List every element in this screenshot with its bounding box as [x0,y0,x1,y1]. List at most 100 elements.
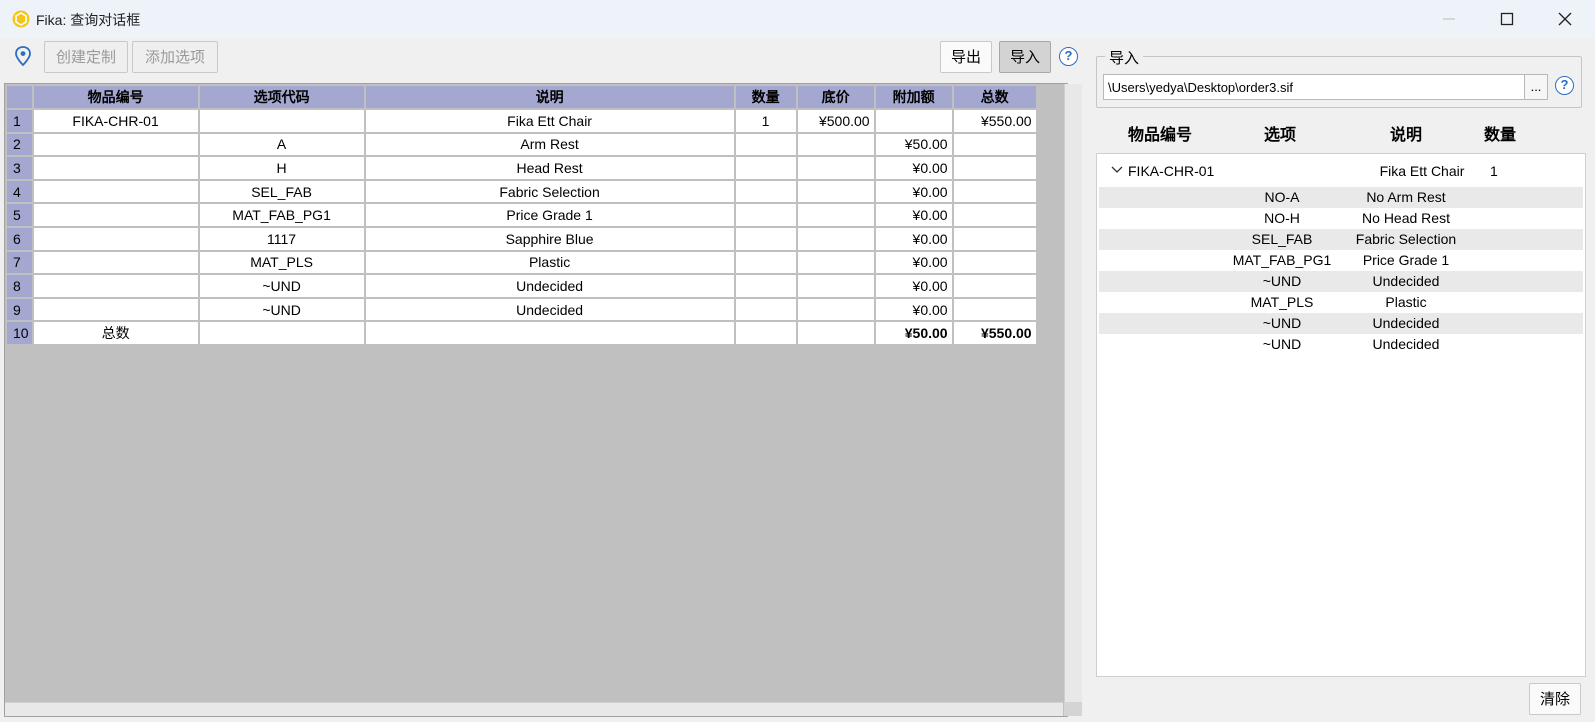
table-row[interactable]: 8 ~UND Undecided ¥0.00 [5,273,1038,299]
cell-option-code[interactable]: A [197,131,366,158]
grid-corner-header[interactable] [5,84,34,110]
cell-description[interactable]: Head Rest [363,155,736,181]
cell-description[interactable]: Fabric Selection [363,178,736,205]
cell-option-code[interactable]: ~UND [197,273,366,299]
export-button[interactable]: 导出 [940,41,992,73]
cell-option-code[interactable]: H [197,155,366,181]
cell-quantity[interactable] [733,225,798,252]
cell-quantity[interactable] [733,202,798,228]
row-number[interactable]: 10 [5,320,34,346]
cell-item-no[interactable] [31,225,200,252]
cell-surcharge[interactable]: ¥0.00 [873,273,954,299]
cell-base-price[interactable]: ¥500.00 [795,108,876,134]
col-header-total[interactable]: 总数 [951,84,1038,110]
cell-option-code[interactable]: ~UND [197,296,366,323]
cell-total[interactable] [951,178,1038,205]
cell-base-price[interactable] [795,320,876,346]
tree-item-parent[interactable]: FIKA-CHR-01 Fika Ett Chair 1 [1097,158,1585,184]
table-row[interactable]: 5 MAT_FAB_PG1 Price Grade 1 ¥0.00 [5,202,1038,228]
cell-surcharge[interactable] [873,108,954,134]
cell-grand-total[interactable]: ¥550.00 [951,320,1038,346]
cell-total[interactable] [951,249,1038,276]
vertical-scrollbar[interactable] [1064,84,1082,716]
cell-surcharge[interactable]: ¥0.00 [873,249,954,276]
cell-total[interactable] [951,225,1038,252]
cell-total[interactable] [951,155,1038,181]
cell-description[interactable]: Undecided [363,296,736,323]
cell-quantity[interactable] [733,178,798,205]
row-number[interactable]: 9 [5,296,34,323]
cell-description[interactable]: Plastic [363,249,736,276]
row-number[interactable]: 6 [5,225,34,252]
cell-total[interactable] [951,273,1038,299]
table-row[interactable]: 7 MAT_PLS Plastic ¥0.00 [5,249,1038,276]
location-pin-icon[interactable] [14,46,32,66]
help-icon[interactable]: ? [1059,47,1078,66]
cell-item-no[interactable] [31,273,200,299]
cell-surcharge[interactable]: ¥0.00 [873,225,954,252]
cell-option-code[interactable]: 1117 [197,225,366,252]
col-header-option-code[interactable]: 选项代码 [197,84,366,110]
cell-base-price[interactable] [795,296,876,323]
add-option-button[interactable]: 添加选项 [132,41,218,73]
cell-description[interactable]: Sapphire Blue [363,225,736,252]
browse-button[interactable]: ... [1524,74,1548,100]
tree-child-item[interactable]: MAT_FAB_PG1 Price Grade 1 [1099,250,1583,271]
cell-option-code[interactable] [197,320,366,346]
row-number[interactable]: 3 [5,155,34,181]
cell-base-price[interactable] [795,273,876,299]
table-row[interactable]: 2 A Arm Rest ¥50.00 [5,131,1038,158]
tree-child-item[interactable]: ~UND Undecided [1099,334,1583,355]
table-row[interactable]: 9 ~UND Undecided ¥0.00 [5,296,1038,323]
cell-item-no[interactable] [31,178,200,205]
cell-description[interactable] [363,320,736,346]
row-number[interactable]: 7 [5,249,34,276]
table-row-total[interactable]: 10 总数 ¥50.00 ¥550.00 [5,320,1038,346]
cell-description[interactable]: Arm Rest [363,131,736,158]
cell-base-price[interactable] [795,249,876,276]
cell-item-no[interactable]: FIKA-CHR-01 [31,108,200,134]
cell-base-price[interactable] [795,155,876,181]
minimize-button[interactable] [1420,0,1478,38]
row-number[interactable]: 2 [5,131,34,158]
tree-child-item[interactable]: SEL_FAB Fabric Selection [1099,229,1583,250]
tree-child-item[interactable]: ~UND Undecided [1099,313,1583,334]
col-header-base-price[interactable]: 底价 [795,84,876,110]
cell-quantity[interactable] [733,296,798,323]
cell-total[interactable]: ¥550.00 [951,108,1038,134]
table-row[interactable]: 1 FIKA-CHR-01 Fika Ett Chair 1 ¥500.00 ¥… [5,108,1038,134]
tree-child-item[interactable]: NO-A No Arm Rest [1099,187,1583,208]
maximize-button[interactable] [1478,0,1536,38]
cell-item-no[interactable] [31,155,200,181]
col-header-item-no[interactable]: 物品编号 [31,84,200,110]
cell-item-no[interactable] [31,296,200,323]
cell-description[interactable]: Fika Ett Chair [363,108,736,134]
cell-surcharge[interactable]: ¥50.00 [873,131,954,158]
tree-child-item[interactable]: ~UND Undecided [1099,271,1583,292]
cell-surcharge[interactable]: ¥0.00 [873,296,954,323]
cell-option-code[interactable]: SEL_FAB [197,178,366,205]
cell-quantity[interactable]: 1 [733,108,798,134]
cell-quantity[interactable] [733,273,798,299]
help-icon[interactable]: ? [1555,76,1574,95]
cell-total[interactable] [951,131,1038,158]
close-button[interactable] [1536,0,1594,38]
cell-surcharge-sum[interactable]: ¥50.00 [873,320,954,346]
row-number[interactable]: 8 [5,273,34,299]
tree-child-item[interactable]: NO-H No Head Rest [1099,208,1583,229]
cell-option-code[interactable]: MAT_PLS [197,249,366,276]
tree-child-item[interactable]: MAT_PLS Plastic [1099,292,1583,313]
cell-item-no[interactable] [31,249,200,276]
table-row[interactable]: 3 H Head Rest ¥0.00 [5,155,1038,181]
cell-option-code[interactable] [197,108,366,134]
cell-total[interactable] [951,202,1038,228]
cell-option-code[interactable]: MAT_FAB_PG1 [197,202,366,228]
table-row[interactable]: 6 1117 Sapphire Blue ¥0.00 [5,225,1038,252]
col-header-description[interactable]: 说明 [363,84,736,110]
import-path-field[interactable] [1103,74,1525,100]
chevron-down-icon[interactable] [1111,166,1123,174]
cell-item-no[interactable] [31,202,200,228]
cell-total[interactable] [951,296,1038,323]
col-header-surcharge[interactable]: 附加额 [873,84,954,110]
cell-item-no[interactable] [31,131,200,158]
